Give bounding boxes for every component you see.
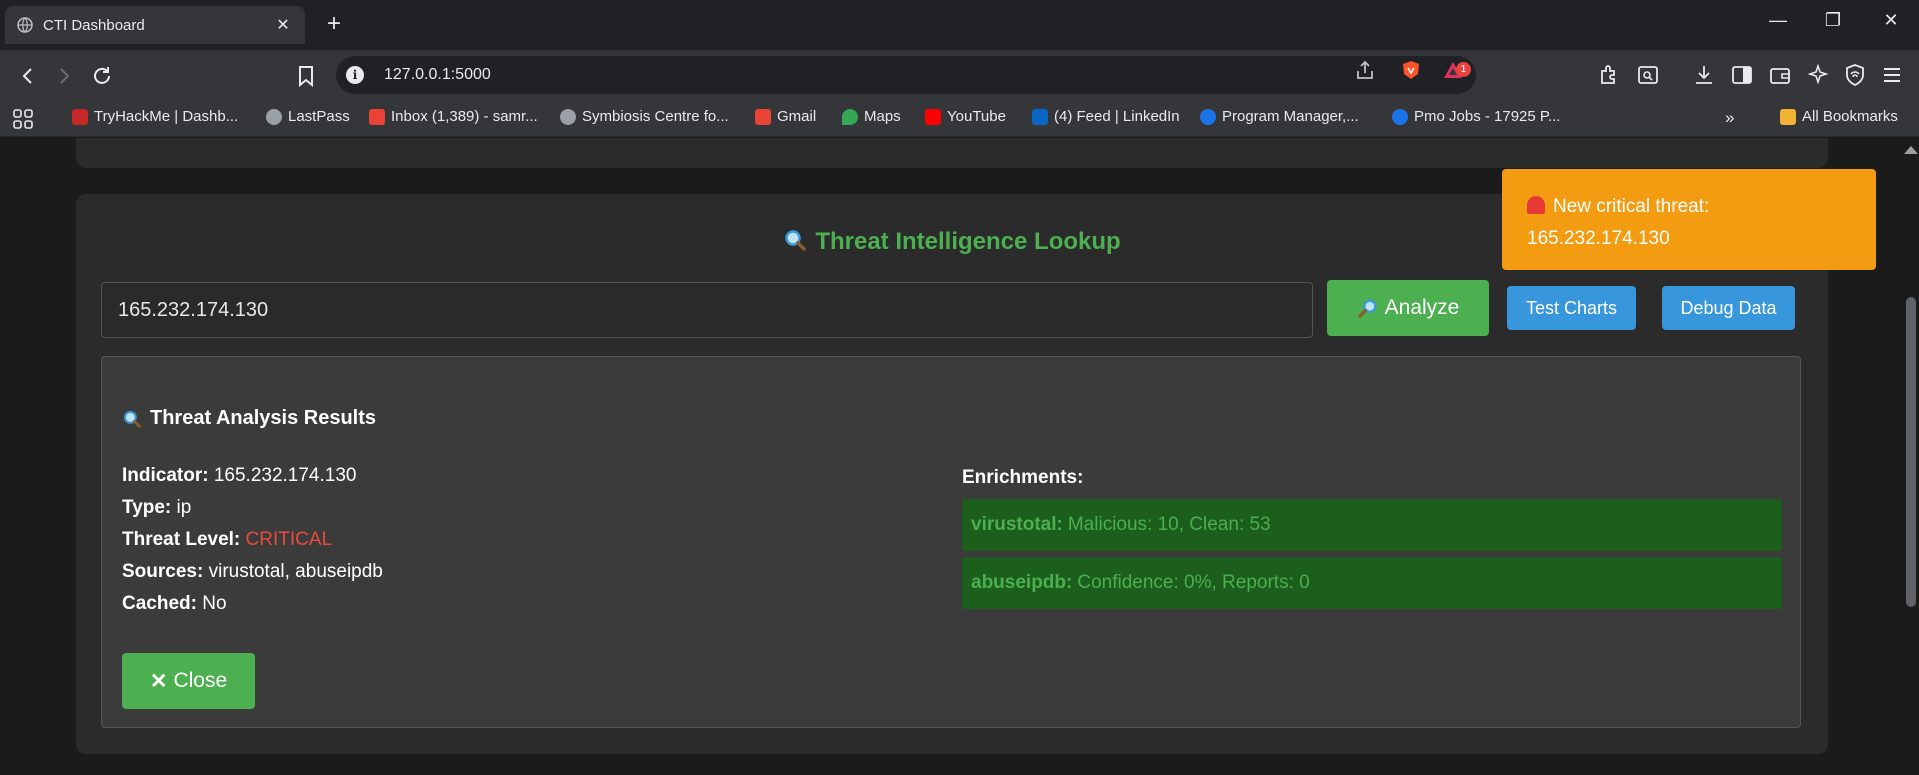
share-icon[interactable] xyxy=(1354,59,1376,81)
tryhackme-icon xyxy=(72,108,88,125)
bookmark-item[interactable]: Symbiosis Centre fo... xyxy=(560,108,729,125)
bookmark-item[interactable]: Maps xyxy=(842,108,901,125)
magnifier-icon xyxy=(1357,299,1377,318)
reload-button[interactable] xyxy=(88,62,116,90)
results-title: Threat Analysis Results xyxy=(150,407,377,429)
linkedin-icon xyxy=(1032,108,1048,125)
analyze-button[interactable]: Analyze xyxy=(1327,280,1489,336)
threat-lookup-panel: Threat Intelligence Lookup Analyze Test … xyxy=(76,194,1828,754)
magnifier-icon xyxy=(123,410,141,428)
download-icon[interactable] xyxy=(1692,63,1716,87)
bookmark-item[interactable]: LastPass xyxy=(266,108,350,125)
bookmark-item[interactable]: YouTube xyxy=(925,108,1006,125)
brave-shields-icon[interactable] xyxy=(1400,59,1422,81)
debug-data-button[interactable]: Debug Data xyxy=(1662,286,1795,330)
globe-icon xyxy=(560,108,576,125)
job-site-icon xyxy=(1392,108,1408,125)
bookmark-icon xyxy=(299,66,313,87)
bookmark-page-button[interactable] xyxy=(292,62,320,90)
gmail-icon xyxy=(755,108,771,125)
vpn-icon[interactable] xyxy=(1843,63,1867,87)
bookmarks-bar: TryHackMe | Dashb... LastPass Inbox (1,3… xyxy=(0,100,1919,137)
globe-icon xyxy=(17,17,33,33)
scrollbar-thumb[interactable] xyxy=(1906,297,1916,607)
previous-panel xyxy=(76,138,1828,168)
bookmark-item[interactable]: TryHackMe | Dashb... xyxy=(72,108,238,125)
new-tab-button[interactable]: + xyxy=(320,10,348,38)
type-row: Type: ip xyxy=(122,497,192,518)
address-bar[interactable]: i 127.0.0.1:5000 xyxy=(336,56,1476,94)
critical-threat-toast[interactable]: New critical threat: 165.232.174.130 xyxy=(1502,169,1876,270)
close-icon: ✕ xyxy=(149,669,168,693)
analyze-label: Analyze xyxy=(1384,296,1460,319)
search-tabs-icon[interactable] xyxy=(1636,63,1660,87)
toast-line-1: New critical threat: xyxy=(1527,191,1851,223)
enrichments-heading: Enrichments: xyxy=(962,467,1084,488)
arrow-left-icon xyxy=(22,68,32,84)
reload-icon xyxy=(94,67,110,84)
cached-value: No xyxy=(202,593,227,614)
wallet-icon[interactable] xyxy=(1768,63,1792,87)
bookmark-item[interactable]: (4) Feed | LinkedIn xyxy=(1032,108,1180,125)
site-info-icon[interactable]: i xyxy=(346,66,364,84)
close-label: Close xyxy=(173,669,228,692)
url-text[interactable]: 127.0.0.1:5000 xyxy=(384,66,1476,84)
sources-value: virustotal, abuseipdb xyxy=(208,561,383,582)
bookmark-item[interactable]: Pmo Jobs - 17925 P... xyxy=(1392,108,1560,125)
minimize-icon[interactable]: — xyxy=(1763,10,1793,31)
extensions-icon[interactable] xyxy=(1597,63,1621,87)
bookmark-item[interactable]: Gmail xyxy=(755,108,816,125)
all-bookmarks-folder[interactable]: All Bookmarks xyxy=(1780,108,1898,125)
tab-title: CTI Dashboard xyxy=(43,16,145,34)
bookmark-item[interactable]: Inbox (1,389) - samr... xyxy=(369,108,538,125)
youtube-icon xyxy=(925,108,941,125)
leo-ai-icon[interactable] xyxy=(1806,63,1830,87)
scroll-up-arrow-icon[interactable] xyxy=(1904,146,1918,154)
globe-icon xyxy=(266,108,282,125)
enrichment-item: abuseipdb: Confidence: 0%, Reports: 0 xyxy=(962,557,1782,609)
browser-tabstrip: CTI Dashboard ✕ + — ❐ ✕ xyxy=(0,0,1919,50)
job-site-icon xyxy=(1200,108,1216,125)
magnifier-icon xyxy=(785,230,807,251)
gmail-icon xyxy=(369,108,385,125)
cached-row: Cached: No xyxy=(122,593,227,614)
indicator-value: 165.232.174.130 xyxy=(213,465,357,486)
more-bookmarks-icon[interactable]: » xyxy=(1725,108,1734,128)
forward-button[interactable] xyxy=(50,62,78,90)
maps-icon xyxy=(842,108,858,125)
test-charts-button[interactable]: Test Charts xyxy=(1507,286,1636,330)
siren-icon xyxy=(1527,196,1545,214)
arrow-right-icon xyxy=(60,68,70,84)
threat-level-value: CRITICAL xyxy=(245,529,333,550)
enrichment-item: virustotal: Malicious: 10, Clean: 53 xyxy=(962,499,1782,551)
sidebar-icon[interactable] xyxy=(1730,63,1754,87)
indicator-row: Indicator: 165.232.174.130 xyxy=(122,465,357,486)
browser-tab[interactable]: CTI Dashboard ✕ xyxy=(5,6,305,44)
restore-icon[interactable]: ❐ xyxy=(1818,10,1848,31)
threat-level-row: Threat Level: CRITICAL xyxy=(122,529,333,550)
results-heading: Threat Analysis Results xyxy=(122,407,376,430)
menu-icon[interactable] xyxy=(1880,63,1904,87)
back-button[interactable] xyxy=(14,62,42,90)
sources-row: Sources: virustotal, abuseipdb xyxy=(122,561,383,582)
type-value: ip xyxy=(176,497,192,518)
lookup-title: Threat Intelligence Lookup xyxy=(815,228,1121,255)
window-close-icon[interactable]: ✕ xyxy=(1876,10,1906,31)
close-results-button[interactable]: ✕ Close xyxy=(122,653,255,709)
browser-toolbar: i 127.0.0.1:5000 1 xyxy=(0,50,1919,100)
analysis-results: Threat Analysis Results Indicator: 165.2… xyxy=(101,356,1801,728)
toast-line-2: 165.232.174.130 xyxy=(1527,228,1670,249)
close-tab-icon[interactable]: ✕ xyxy=(273,15,293,35)
notification-badge: 1 xyxy=(1456,62,1471,77)
apps-grid-icon[interactable] xyxy=(12,108,34,130)
indicator-input[interactable] xyxy=(101,282,1313,338)
bookmark-item[interactable]: Program Manager,... xyxy=(1200,108,1359,125)
folder-icon xyxy=(1780,108,1796,125)
